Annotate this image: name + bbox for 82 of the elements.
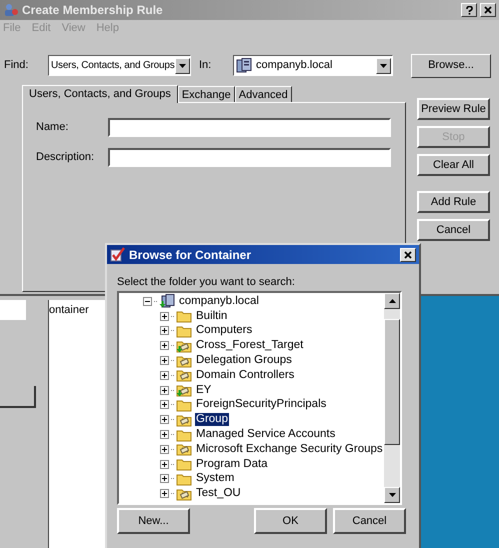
dialog-button[interactable]: OK <box>254 508 327 534</box>
tab[interactable]: Exchange <box>178 86 235 102</box>
tree-item[interactable]: companyb.local <box>178 294 260 308</box>
scrollbar[interactable] <box>384 293 400 503</box>
find-label: Find: <box>4 58 30 74</box>
folder-icon <box>176 368 193 382</box>
folder-icon <box>176 457 193 472</box>
action-button[interactable]: Clear All <box>417 154 490 176</box>
expander-icon[interactable] <box>160 400 169 410</box>
help-icon <box>466 6 472 14</box>
folder-icon <box>176 472 193 486</box>
tree-item[interactable]: ForeignSecurityPrincipals <box>195 398 328 412</box>
domain-icon <box>159 294 176 308</box>
tree-item[interactable]: System <box>195 472 236 486</box>
find-dropdown[interactable]: Users, Contacts, and Groups <box>48 55 191 76</box>
expander-icon[interactable] <box>160 415 169 424</box>
action-button[interactable]: Add Rule <box>417 191 490 213</box>
folder-icon <box>176 428 193 442</box>
input-field[interactable] <box>108 148 391 167</box>
folder-icon <box>176 338 193 353</box>
action-button[interactable]: Preview Rule <box>417 98 490 120</box>
users-icon <box>3 3 19 17</box>
tab[interactable]: Users, Contacts, and Groups <box>22 85 178 103</box>
expander-icon[interactable] <box>160 326 169 336</box>
scroll-up-icon[interactable] <box>388 299 396 303</box>
folder-icon <box>176 412 193 427</box>
window-title: Create Membership Rule <box>22 2 164 19</box>
tree-item[interactable]: Cross_Forest_Target <box>195 339 304 352</box>
action-button[interactable]: Cancel <box>417 219 490 241</box>
tab[interactable]: Advanced <box>234 86 292 102</box>
in-label: In: <box>199 58 212 74</box>
input-field[interactable] <box>0 300 26 320</box>
close-button[interactable] <box>400 248 416 262</box>
location-dropdown[interactable]: companyb.local <box>233 55 393 76</box>
expander-icon[interactable] <box>160 489 169 498</box>
tree-item[interactable]: Test_OU <box>195 487 242 500</box>
dialog-title: Browse for Container <box>129 246 252 264</box>
expander-icon[interactable] <box>143 296 152 306</box>
help-button[interactable] <box>461 3 477 17</box>
close-icon <box>484 6 492 14</box>
expander-icon[interactable] <box>160 460 169 469</box>
expander-icon[interactable] <box>160 474 169 484</box>
field-label: Name: <box>36 120 70 136</box>
folder-icon <box>176 383 193 398</box>
tree-item[interactable]: Managed Service Accounts <box>195 428 336 442</box>
folder-icon <box>176 486 193 501</box>
scroll-thumb[interactable] <box>384 319 400 445</box>
dialog-button[interactable]: Cancel <box>333 508 406 534</box>
close-button[interactable] <box>480 3 496 17</box>
tree-item[interactable]: Domain Controllers <box>195 368 296 382</box>
expander-icon[interactable] <box>160 386 169 395</box>
close-icon <box>404 250 412 258</box>
checkmark-icon <box>110 247 125 262</box>
folder-icon <box>176 309 193 324</box>
expander-icon[interactable] <box>160 444 169 454</box>
tree-item[interactable]: Group <box>195 413 229 426</box>
column-header: ontainer <box>49 304 89 317</box>
expander-icon[interactable] <box>160 341 169 350</box>
tree-item[interactable]: Microsoft Exchange Security Groups <box>195 442 384 456</box>
input-field[interactable] <box>108 118 391 137</box>
dialog-button[interactable]: New... <box>117 508 190 534</box>
tree-item[interactable]: EY <box>195 384 212 397</box>
expander-icon[interactable] <box>160 430 169 440</box>
browse-button[interactable]: Browse... <box>411 54 491 78</box>
tree-item[interactable]: Builtin <box>195 310 228 323</box>
tree-item[interactable]: Computers <box>195 324 254 338</box>
folder-icon <box>176 354 193 368</box>
dropdown-arrow-icon <box>179 64 186 68</box>
prompt-text: Select the folder you want to search: <box>117 275 296 288</box>
expander-icon[interactable] <box>160 312 169 321</box>
partial-button[interactable] <box>0 386 36 408</box>
dropdown-arrow-icon <box>380 64 387 68</box>
expander-icon[interactable] <box>160 356 169 366</box>
tree-item[interactable]: Delegation Groups <box>195 354 293 368</box>
expander-icon[interactable] <box>160 370 169 380</box>
field-label: Description: <box>36 150 96 166</box>
tree-item[interactable]: Program Data <box>195 458 269 471</box>
domain-icon <box>236 58 252 73</box>
folder-icon <box>176 442 193 456</box>
folder-icon <box>176 324 193 338</box>
scroll-down-icon[interactable] <box>388 493 396 497</box>
folder-icon <box>176 398 193 412</box>
